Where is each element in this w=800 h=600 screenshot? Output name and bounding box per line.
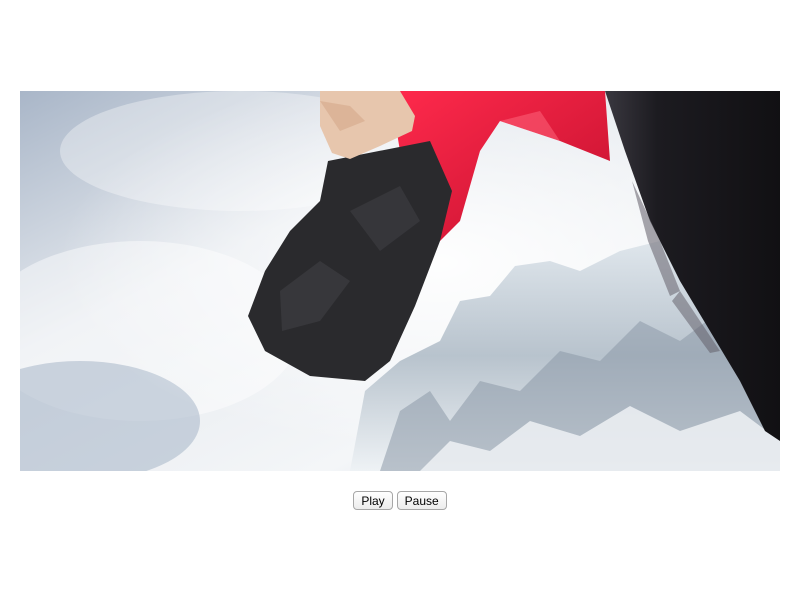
video-frame-image <box>20 91 780 471</box>
page: Play Pause <box>0 0 800 600</box>
video-player[interactable] <box>20 91 780 471</box>
play-button[interactable]: Play <box>353 491 393 510</box>
pause-button[interactable]: Pause <box>396 491 447 510</box>
video-controls: Play Pause <box>0 491 800 511</box>
